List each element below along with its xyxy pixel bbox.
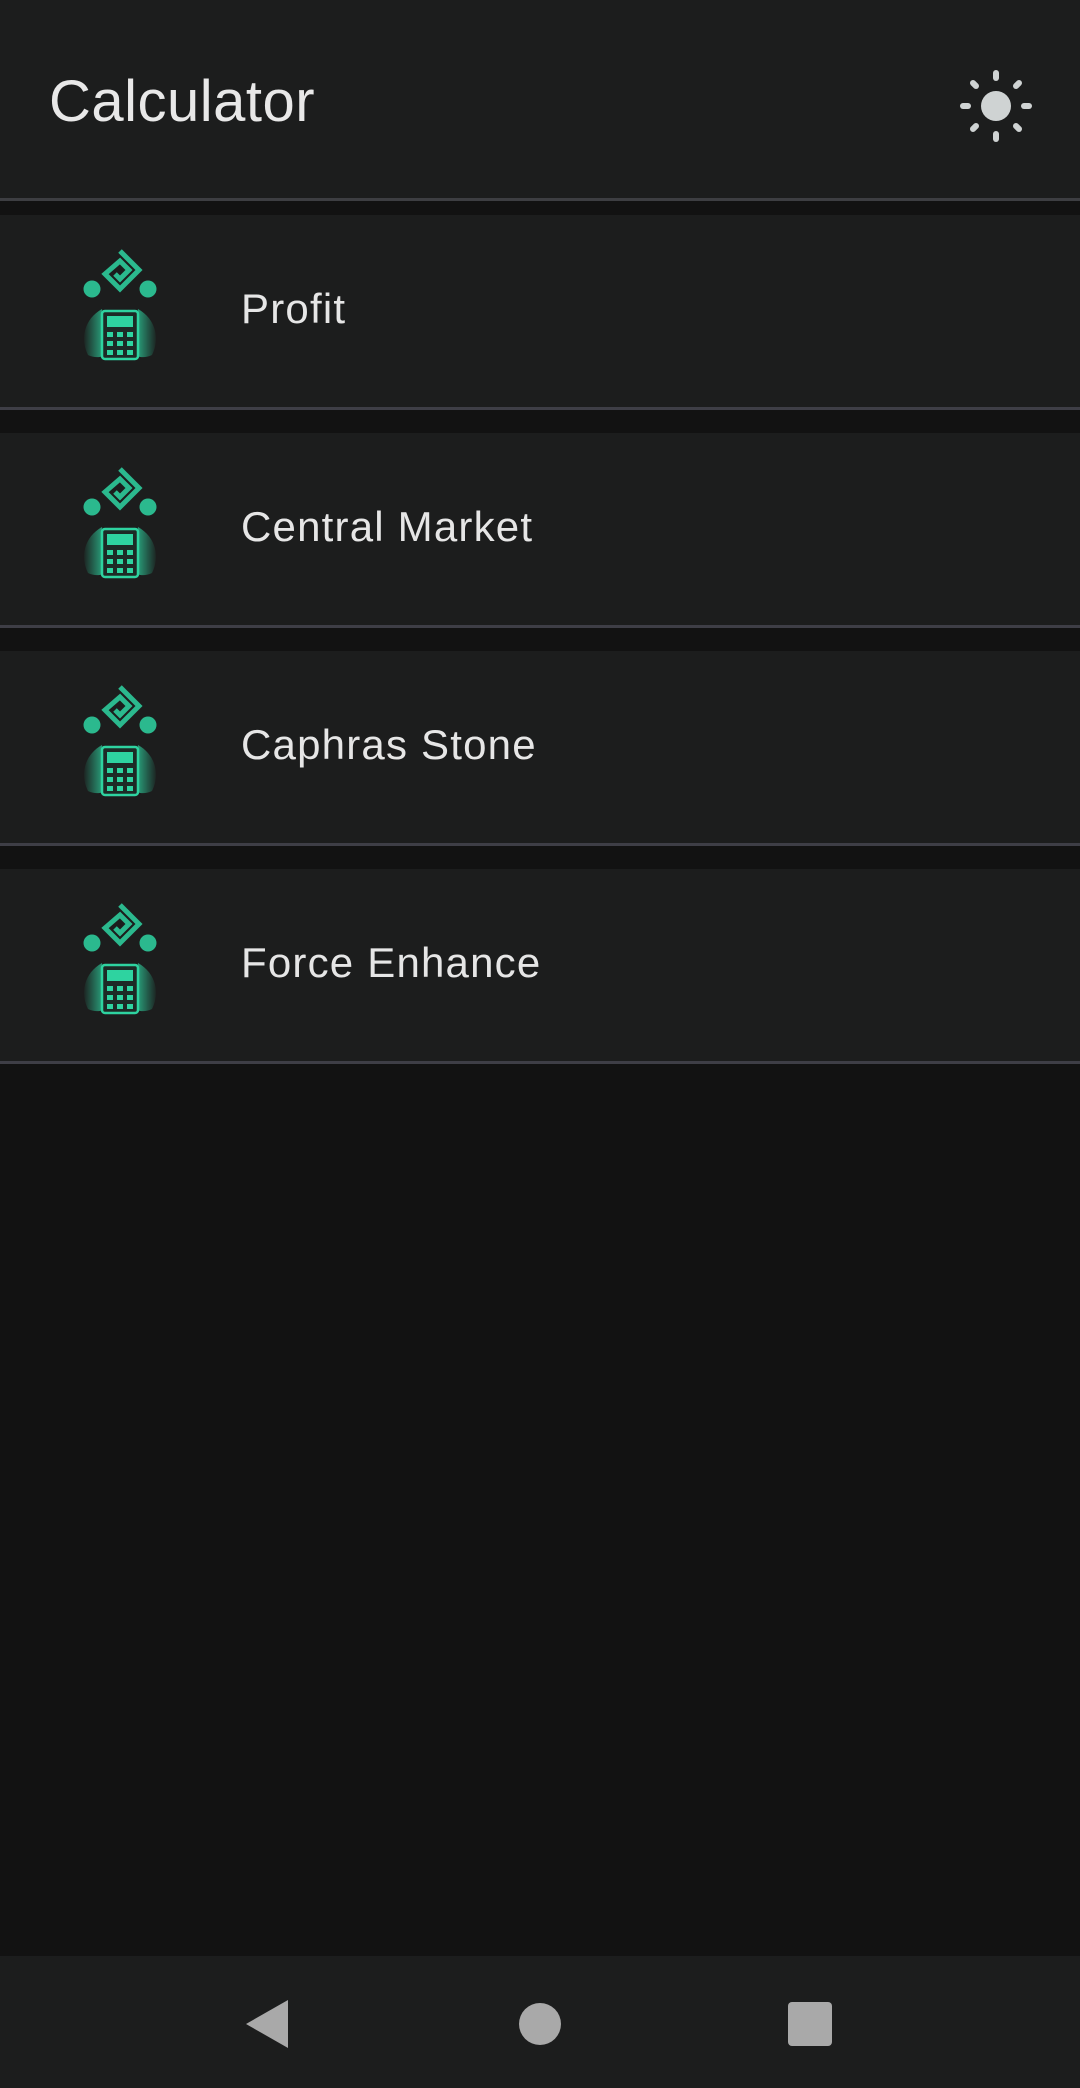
sun-icon: [960, 70, 1032, 142]
recents-button[interactable]: [782, 1996, 838, 2052]
app-bar: Calculator: [0, 0, 1080, 201]
menu-item-caphras-stone[interactable]: Caphras Stone: [0, 651, 1080, 846]
recents-square-icon: [788, 2002, 832, 2046]
menu-item-label: Central Market: [241, 503, 534, 550]
menu-item-label: Profit: [241, 285, 347, 332]
menu-item-label: Force Enhance: [241, 939, 542, 986]
calculator-menu-list: Profit Central Market Caphras Stone Forc…: [0, 201, 1080, 1064]
home-button[interactable]: [512, 1996, 568, 2052]
theme-toggle-button[interactable]: [958, 68, 1034, 144]
menu-item-force-enhance[interactable]: Force Enhance: [0, 869, 1080, 1064]
calculator-logo-icon: [78, 901, 162, 1017]
calculator-logo-icon: [78, 247, 162, 363]
back-button[interactable]: [242, 1996, 298, 2052]
calculator-logo-icon: [78, 683, 162, 799]
page-title: Calculator: [49, 69, 316, 134]
back-triangle-icon: [246, 2000, 288, 2048]
menu-item-profit[interactable]: Profit: [0, 215, 1080, 410]
calculator-logo-icon: [78, 465, 162, 581]
system-nav-bar: [0, 1956, 1080, 2088]
home-circle-icon: [519, 2003, 561, 2045]
menu-item-central-market[interactable]: Central Market: [0, 433, 1080, 628]
menu-item-label: Caphras Stone: [241, 721, 537, 768]
